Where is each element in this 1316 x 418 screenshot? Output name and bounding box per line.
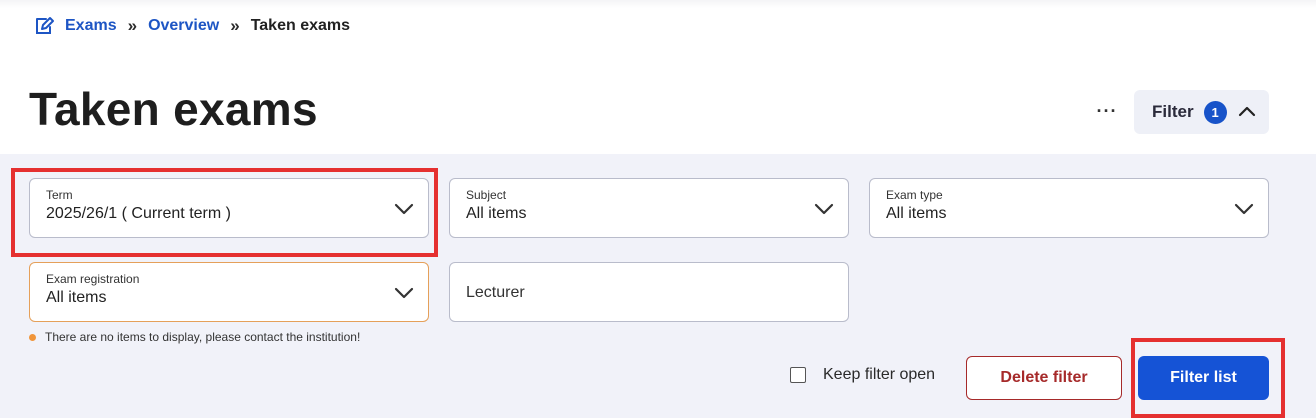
keep-filter-open-toggle[interactable]: Keep filter open bbox=[790, 366, 935, 384]
more-options-button[interactable]: ··· bbox=[1092, 98, 1122, 124]
subject-label: Subject bbox=[466, 188, 507, 202]
breadcrumb-separator: » bbox=[127, 16, 138, 35]
edit-exam-icon bbox=[33, 15, 55, 37]
top-shadow bbox=[0, 0, 1316, 8]
keep-filter-open-label: Keep filter open bbox=[823, 366, 936, 383]
subject-select[interactable]: Subject All items bbox=[449, 178, 849, 238]
filter-toggle-label: Filter bbox=[1152, 102, 1194, 121]
exam-registration-select[interactable]: Exam registration All items bbox=[29, 262, 429, 322]
exam-registration-label: Exam registration bbox=[46, 272, 140, 286]
exam-type-label: Exam type bbox=[886, 188, 943, 202]
exam-type-value: All items bbox=[886, 205, 947, 222]
subject-value: All items bbox=[466, 205, 527, 222]
delete-filter-button[interactable]: Delete filter bbox=[966, 356, 1122, 400]
chevron-down-icon bbox=[394, 287, 414, 299]
exam-registration-value: All items bbox=[46, 289, 107, 306]
filter-list-button[interactable]: Filter list bbox=[1138, 356, 1269, 400]
breadcrumb-overview[interactable]: Overview bbox=[148, 17, 219, 35]
page-title: Taken exams bbox=[29, 83, 318, 135]
notice-text: There are no items to display, please co… bbox=[45, 330, 361, 344]
no-items-notice: There are no items to display, please co… bbox=[29, 330, 360, 344]
filter-toggle-button[interactable]: Filter 1 bbox=[1134, 90, 1269, 134]
filter-count-badge: 1 bbox=[1203, 100, 1227, 124]
warning-dot-icon bbox=[29, 333, 36, 341]
breadcrumb: Exams » Overview » Taken exams bbox=[33, 14, 350, 38]
breadcrumb-separator: » bbox=[230, 16, 240, 35]
lecturer-placeholder: Lecturer bbox=[466, 284, 525, 301]
breadcrumb-current: Taken exams bbox=[250, 17, 351, 34]
lecturer-input[interactable]: Lecturer bbox=[449, 262, 849, 322]
term-highlight-box bbox=[11, 168, 438, 257]
breadcrumb-exams[interactable]: Exams bbox=[65, 17, 117, 35]
exam-type-select[interactable]: Exam type All items bbox=[869, 178, 1269, 238]
chevron-down-icon bbox=[1234, 203, 1254, 215]
chevron-up-icon bbox=[1237, 102, 1257, 122]
keep-filter-open-checkbox[interactable] bbox=[790, 367, 806, 383]
chevron-down-icon bbox=[814, 203, 834, 215]
